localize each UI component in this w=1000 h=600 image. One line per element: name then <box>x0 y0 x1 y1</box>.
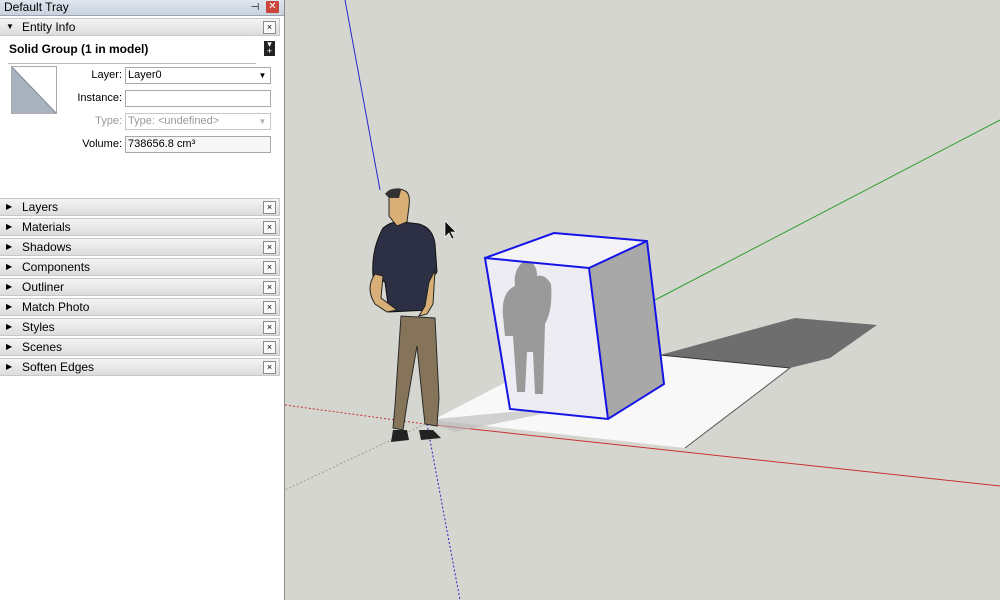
panel-label: Materials <box>22 220 71 234</box>
scene-canvas[interactable] <box>285 0 1000 600</box>
panel-label: Layers <box>22 200 59 214</box>
mouse-cursor-icon <box>444 220 457 240</box>
panel-header-layers[interactable]: ▶ Layers × <box>0 198 280 216</box>
panel-label: Outliner <box>22 280 65 294</box>
panel-header-shadows[interactable]: ▶ Shadows × <box>0 238 280 256</box>
volume-label: Volume: <box>82 138 122 150</box>
close-panel-icon[interactable]: × <box>263 261 276 274</box>
panel-label: Styles <box>22 320 55 334</box>
collapsed-triangle-icon: ▶ <box>6 202 13 211</box>
panel-header-match-photo[interactable]: ▶ Match Photo × <box>0 298 280 316</box>
collapsed-triangle-icon: ▶ <box>6 342 13 351</box>
close-panel-icon[interactable]: × <box>263 321 276 334</box>
selection-title: Solid Group (1 in model) <box>9 42 149 56</box>
close-panel-icon[interactable]: × <box>263 361 276 374</box>
close-panel-icon[interactable]: × <box>263 201 276 214</box>
red-axis <box>424 423 1000 487</box>
instance-input[interactable] <box>125 90 271 107</box>
layer-select[interactable]: Layer0 ▼ <box>125 67 271 84</box>
toggle-details-icon[interactable]: ▾ + <box>264 40 275 56</box>
blue-axis <box>344 0 381 191</box>
collapsed-triangle-icon: ▶ <box>6 242 13 251</box>
close-panel-icon[interactable]: × <box>263 341 276 354</box>
panel-list: ▶ Layers × ▶ Materials × ▶ Shadows × ▶ Components ×… <box>0 198 284 376</box>
panel-header-materials[interactable]: ▶ Materials × <box>0 218 280 236</box>
model-viewport[interactable] <box>285 0 1000 600</box>
panel-label: Scenes <box>22 340 63 354</box>
type-value: Type: <undefined> <box>128 115 220 127</box>
collapsed-triangle-icon: ▶ <box>6 322 13 331</box>
entity-info-body: Solid Group (1 in model) ▾ + Layer: Layer… <box>0 36 284 198</box>
close-panel-icon[interactable]: × <box>263 21 276 34</box>
close-panel-icon[interactable]: × <box>263 281 276 294</box>
panel-label: Shadows <box>22 240 72 254</box>
panel-label: Match Photo <box>22 300 90 314</box>
swatch-triangle-icon <box>12 67 56 113</box>
panel-header-outliner[interactable]: ▶ Outliner × <box>0 278 280 296</box>
collapsed-triangle-icon: ▶ <box>6 262 13 271</box>
collapsed-triangle-icon: ▶ <box>6 362 13 371</box>
chevron-down-icon[interactable]: ▼ <box>256 69 269 82</box>
panel-header-components[interactable]: ▶ Components × <box>0 258 280 276</box>
default-tray: Default Tray ⊣ ✕ ▼ Entity Info × Solid G… <box>0 0 285 600</box>
instance-label: Instance: <box>77 92 122 104</box>
volume-field: 738656.8 cm³ <box>125 136 271 153</box>
panel-header-soften-edges[interactable]: ▶ Soften Edges × <box>0 358 280 376</box>
pin-icon[interactable]: ⊣ <box>248 0 262 15</box>
type-label: Type: <box>95 115 122 127</box>
panel-label: Entity Info <box>22 20 76 34</box>
close-panel-icon[interactable]: × <box>263 241 276 254</box>
close-panel-icon[interactable]: × <box>263 221 276 234</box>
panel-header-styles[interactable]: ▶ Styles × <box>0 318 280 336</box>
chevron-down-icon[interactable]: ▼ <box>256 115 269 128</box>
divider <box>8 63 256 64</box>
blue-axis-dashed <box>426 423 461 600</box>
person-figure[interactable] <box>369 188 441 442</box>
panel-header-scenes[interactable]: ▶ Scenes × <box>0 338 280 356</box>
volume-value: 738656.8 cm³ <box>128 138 196 150</box>
layer-label: Layer: <box>91 69 122 81</box>
tray-title: Default Tray <box>4 0 69 14</box>
panel-header-entity-info[interactable]: ▼ Entity Info × <box>0 18 280 36</box>
close-panel-icon[interactable]: × <box>263 301 276 314</box>
expanded-triangle-icon: ▼ <box>6 22 14 31</box>
green-axis <box>654 119 1000 301</box>
layer-value: Layer0 <box>128 69 162 81</box>
collapsed-triangle-icon: ▶ <box>6 302 13 311</box>
close-tray-icon[interactable]: ✕ <box>266 1 279 13</box>
material-swatch[interactable] <box>11 66 57 114</box>
collapsed-triangle-icon: ▶ <box>6 282 13 291</box>
panel-label: Components <box>22 260 91 274</box>
collapsed-triangle-icon: ▶ <box>6 222 13 231</box>
type-select[interactable]: Type: <undefined> ▼ <box>125 113 271 130</box>
panel-label: Soften Edges <box>22 360 95 374</box>
tray-title-bar: Default Tray ⊣ ✕ <box>0 0 284 16</box>
